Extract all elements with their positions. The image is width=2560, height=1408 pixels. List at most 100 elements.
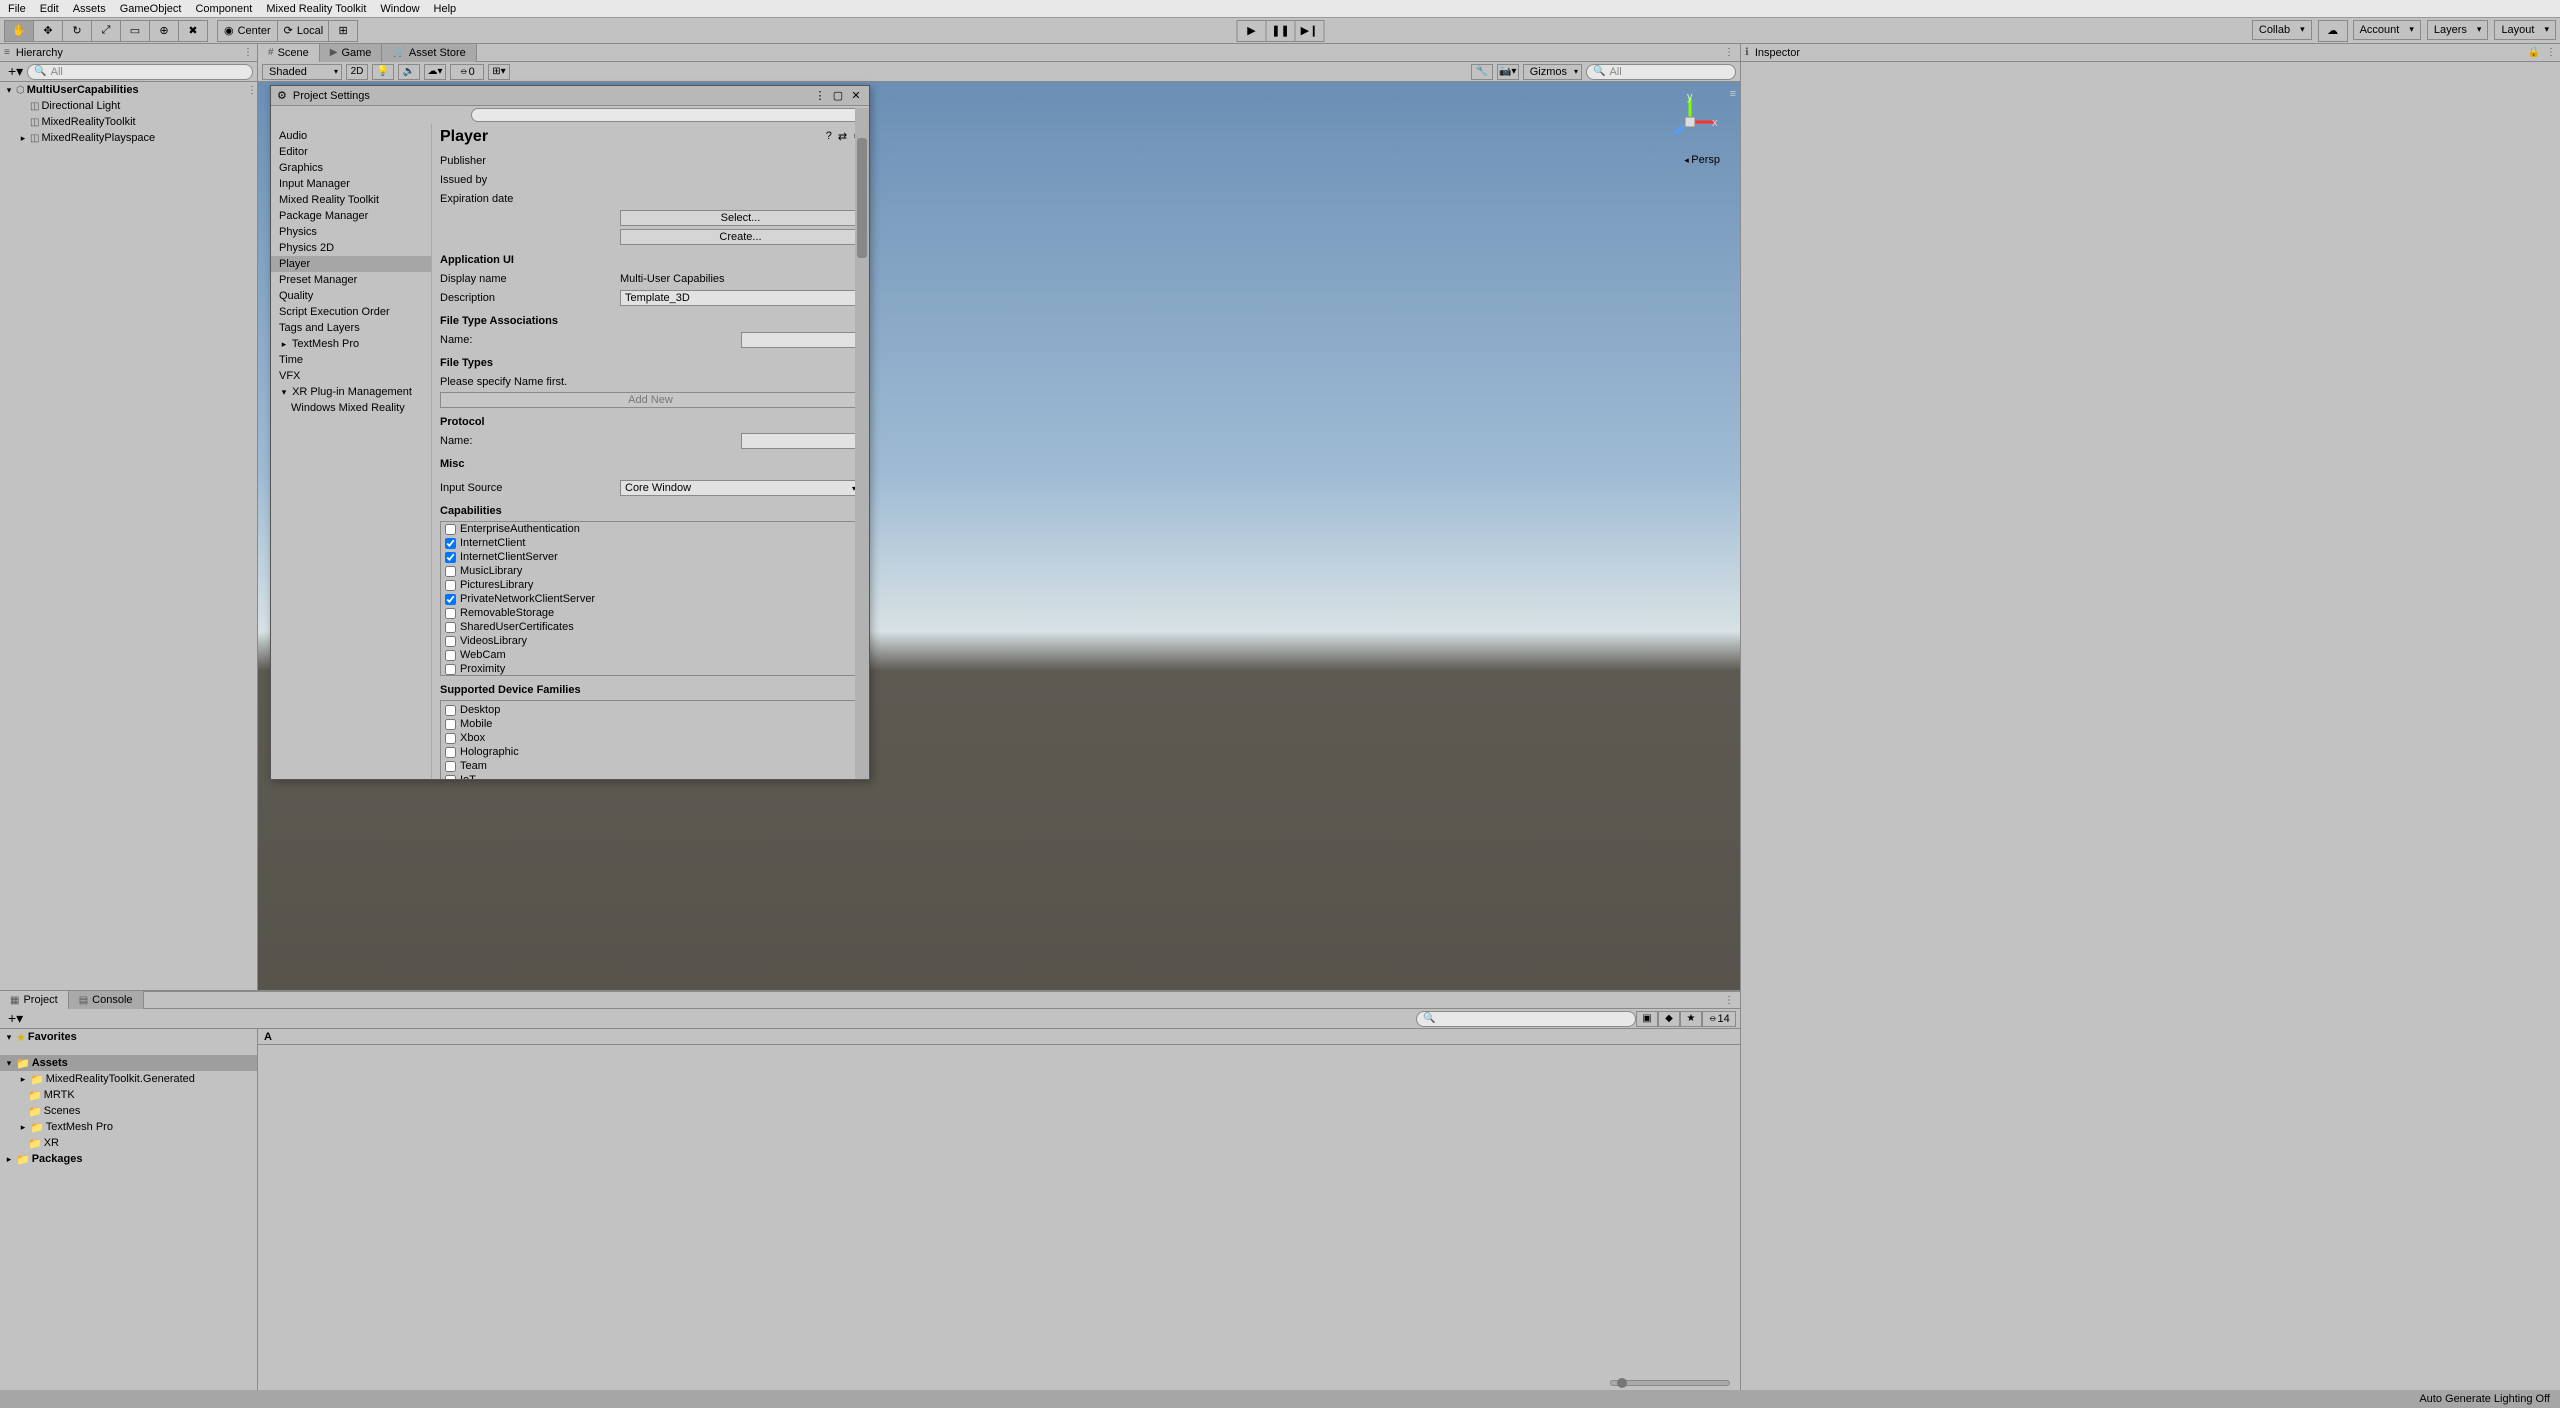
capability-checkbox[interactable] xyxy=(445,580,456,591)
handle-toggle[interactable]: ⟳ Local xyxy=(277,20,331,42)
maximize-icon[interactable]: ▢ xyxy=(831,89,845,102)
capability-musiclibrary[interactable]: MusicLibrary xyxy=(441,564,860,578)
menu-file[interactable]: File xyxy=(8,3,26,15)
mode-2d-button[interactable]: 2D xyxy=(346,64,368,80)
create-dropdown[interactable]: +▾ xyxy=(4,63,27,80)
panel-menu-icon[interactable]: ⋮ xyxy=(243,47,253,58)
menu-window[interactable]: Window xyxy=(380,3,419,15)
capability-proximity[interactable]: Proximity xyxy=(441,662,860,676)
sidebar-item-player[interactable]: Player xyxy=(271,256,431,272)
favorites-row[interactable]: ▾★Favorites xyxy=(0,1029,257,1045)
sidebar-item-tmp[interactable]: ▸ TextMesh Pro xyxy=(271,336,431,352)
capability-checkbox[interactable] xyxy=(445,552,456,563)
capability-checkbox[interactable] xyxy=(445,636,456,647)
tab-assetstore[interactable]: 🛒Asset Store xyxy=(382,44,476,62)
folder-row[interactable]: ▸📁MixedRealityToolkit.Generated xyxy=(0,1071,257,1087)
sidebar-item-audio[interactable]: Audio xyxy=(271,128,431,144)
device-checkbox[interactable] xyxy=(445,747,456,758)
window-titlebar[interactable]: ⚙ Project Settings ⋮ ▢ ✕ xyxy=(271,86,869,106)
scale-tool-button[interactable]: ⤢ xyxy=(91,20,121,42)
hierarchy-search[interactable]: 🔍 All xyxy=(27,64,253,80)
menu-component[interactable]: Component xyxy=(195,3,252,15)
tab-menu-icon[interactable]: ⋮ xyxy=(1718,47,1740,58)
rect-tool-button[interactable]: ▭ xyxy=(120,20,150,42)
sidebar-item-scriptorder[interactable]: Script Execution Order xyxy=(271,304,431,320)
capability-checkbox[interactable] xyxy=(445,594,456,605)
protocol-name-input[interactable] xyxy=(741,433,861,449)
device-xbox[interactable]: Xbox xyxy=(441,731,860,745)
device-mobile[interactable]: Mobile xyxy=(441,717,860,731)
device-holographic[interactable]: Holographic xyxy=(441,745,860,759)
capability-checkbox[interactable] xyxy=(445,608,456,619)
device-checkbox[interactable] xyxy=(445,733,456,744)
folder-row[interactable]: ▸📁TextMesh Pro xyxy=(0,1119,257,1135)
tab-console[interactable]: ▤Console xyxy=(69,991,144,1009)
filter-btn-2[interactable]: ◆ xyxy=(1658,1011,1680,1027)
sidebar-item-vfx[interactable]: VFX xyxy=(271,368,431,384)
capability-removablestorage[interactable]: RemovableStorage xyxy=(441,606,860,620)
fta-name-input[interactable] xyxy=(741,332,861,348)
settings-scrollbar[interactable] xyxy=(855,124,869,779)
menu-edit[interactable]: Edit xyxy=(40,3,59,15)
capability-checkbox[interactable] xyxy=(445,566,456,577)
folder-row[interactable]: 📁Scenes xyxy=(0,1103,257,1119)
device-checkbox[interactable] xyxy=(445,761,456,772)
play-button[interactable]: ▶ xyxy=(1237,20,1267,42)
lock-icon[interactable]: 🔒 xyxy=(2528,47,2540,58)
cloud-button[interactable]: ☁ xyxy=(2318,20,2348,42)
fx-toggle[interactable]: ☁▾ xyxy=(424,64,446,80)
audio-toggle[interactable]: 🔊 xyxy=(398,64,420,80)
capability-privatenetworkclientserver[interactable]: PrivateNetworkClientServer xyxy=(441,592,860,606)
device-desktop[interactable]: Desktop xyxy=(441,703,860,717)
sidebar-item-editor[interactable]: Editor xyxy=(271,144,431,160)
device-team[interactable]: Team xyxy=(441,759,860,773)
collab-dropdown[interactable]: Collab xyxy=(2252,20,2312,40)
sidebar-item-physics2d[interactable]: Physics 2D xyxy=(271,240,431,256)
scene-search[interactable]: 🔍 All xyxy=(1586,64,1736,80)
viewport-menu-icon[interactable]: ≡ xyxy=(1730,88,1736,100)
gizmos-dropdown[interactable]: Gizmos xyxy=(1523,64,1582,80)
sidebar-item-tags[interactable]: Tags and Layers xyxy=(271,320,431,336)
preset-icon[interactable]: ⇄ xyxy=(838,130,847,143)
persp-label[interactable]: ◂ Persp xyxy=(1684,154,1720,166)
capability-enterpriseauthentication[interactable]: EnterpriseAuthentication xyxy=(441,522,860,536)
capability-videoslibrary[interactable]: VideosLibrary xyxy=(441,634,860,648)
account-dropdown[interactable]: Account xyxy=(2353,20,2421,40)
sidebar-item-physics[interactable]: Physics xyxy=(271,224,431,240)
custom-tool-button[interactable]: ✖ xyxy=(178,20,208,42)
capability-checkbox[interactable] xyxy=(445,664,456,675)
camera-btn[interactable]: 📷▾ xyxy=(1497,64,1519,80)
filter-btn-1[interactable]: ▣ xyxy=(1636,1011,1658,1027)
sidebar-item-time[interactable]: Time xyxy=(271,352,431,368)
shading-dropdown[interactable]: Shaded xyxy=(262,64,342,80)
menu-help[interactable]: Help xyxy=(434,3,457,15)
capability-checkbox[interactable] xyxy=(445,650,456,661)
rotate-tool-button[interactable]: ↻ xyxy=(62,20,92,42)
capabilities-list[interactable]: EnterpriseAuthenticationInternetClientIn… xyxy=(440,521,861,676)
folder-row[interactable]: 📁MRTK xyxy=(0,1087,257,1103)
sidebar-item-graphics[interactable]: Graphics xyxy=(271,160,431,176)
window-menu-icon[interactable]: ⋮ xyxy=(813,89,827,102)
close-icon[interactable]: ✕ xyxy=(849,89,863,102)
hierarchy-item[interactable]: ▸ ◫ MixedRealityPlayspace xyxy=(0,130,257,146)
camera-toggle[interactable]: 🔧 xyxy=(1471,64,1493,80)
tab-game[interactable]: ▶Game xyxy=(320,44,383,62)
capability-internetclient[interactable]: InternetClient xyxy=(441,536,860,550)
step-button[interactable]: ▶❙ xyxy=(1295,20,1325,42)
layers-dropdown[interactable]: Layers xyxy=(2427,20,2489,40)
hand-tool-button[interactable]: ✋ xyxy=(4,20,34,42)
move-tool-button[interactable]: ✥ xyxy=(33,20,63,42)
input-source-dropdown[interactable]: Core Window▾ xyxy=(620,480,861,496)
capability-webcam[interactable]: WebCam xyxy=(441,648,860,662)
transform-tool-button[interactable]: ⊕ xyxy=(149,20,179,42)
snap-button[interactable]: ⊞ xyxy=(328,20,358,42)
device-iot[interactable]: IoT xyxy=(441,773,860,779)
create-dropdown[interactable]: +▾ xyxy=(4,1010,27,1027)
tab-menu-icon[interactable]: ⋮ xyxy=(1718,995,1740,1006)
scene-menu-icon[interactable]: ⋮ xyxy=(247,85,257,96)
create-button[interactable]: Create... xyxy=(620,229,861,245)
layout-dropdown[interactable]: Layout xyxy=(2494,20,2556,40)
hidden-count[interactable]: ⦵14 xyxy=(1702,1011,1736,1027)
tab-project[interactable]: ▦Project xyxy=(0,991,69,1009)
folder-row[interactable]: 📁XR xyxy=(0,1135,257,1151)
